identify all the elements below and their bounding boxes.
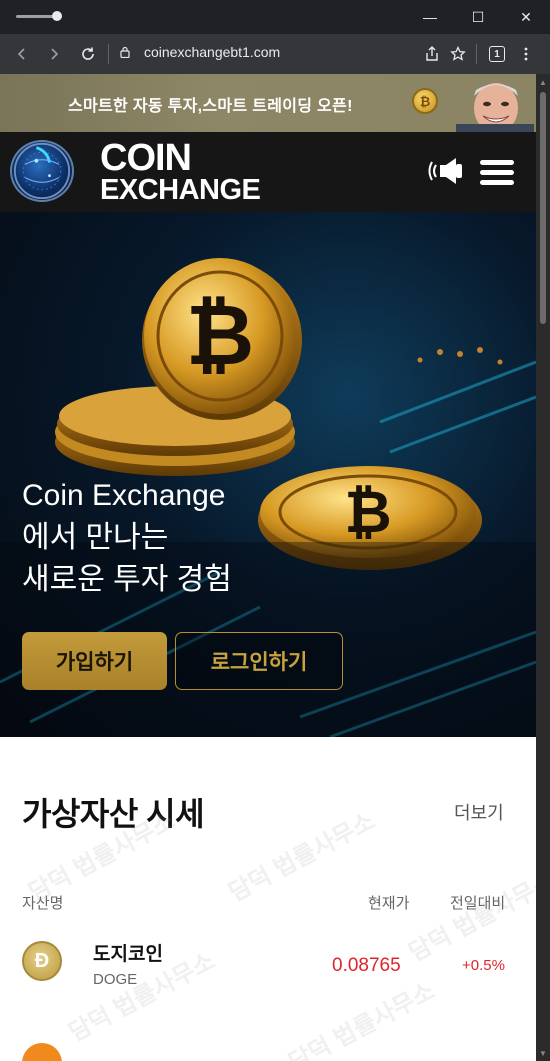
- site-header: COIN EXCHANGE: [0, 132, 536, 212]
- scroll-up-icon[interactable]: ▲: [539, 78, 547, 87]
- more-link[interactable]: 더보기: [454, 799, 504, 825]
- doge-icon: Ð: [22, 941, 62, 981]
- back-icon[interactable]: [8, 40, 36, 68]
- menu-icon[interactable]: [480, 160, 514, 186]
- column-header-asset: 자산명: [22, 895, 64, 912]
- tab-count-button[interactable]: 1: [489, 46, 505, 62]
- lock-icon[interactable]: [120, 46, 130, 58]
- svg-text:₿: ₿: [344, 478, 391, 546]
- browser-toolbar: coinexchangebt1.com 1: [0, 34, 550, 74]
- bookmark-star-icon[interactable]: [444, 40, 472, 68]
- hero-line-1: Coin Exchange: [22, 479, 226, 512]
- watermark: 담덕 법률사무소: [224, 807, 380, 907]
- coin-symbol: DOGE: [93, 971, 138, 988]
- promo-text: 스마트한 자동 투자,스마트 트레이딩 오픈!: [68, 98, 353, 115]
- bitcoin-coin-icon: ₿: [412, 88, 438, 114]
- section-title: 가상자산 시세: [22, 796, 205, 832]
- promo-person-image: [456, 78, 534, 132]
- hero-section: ₿ ₿ Coin Exchange 에서 만나는 새로운 투자 경험 가입하기 …: [0, 212, 536, 737]
- promo-banner[interactable]: 스마트한 자동 투자,스마트 트레이딩 오픈! ₿: [0, 74, 536, 132]
- svg-text:₿: ₿: [186, 286, 254, 384]
- price-section: 가상자산 시세 더보기 자산명 현재가 전일대비 Ð 도지코인 DOGE 0.0…: [0, 737, 536, 1061]
- reload-icon[interactable]: [74, 40, 102, 68]
- address-bar[interactable]: coinexchangebt1.com: [144, 44, 280, 60]
- coin-name: 도지코인: [93, 944, 163, 965]
- toolbar-divider: [476, 44, 477, 64]
- login-button[interactable]: 로그인하기: [175, 632, 343, 690]
- hero-headline: Coin Exchange 에서 만나는 새로운 투자 경험: [22, 475, 232, 601]
- browser-window: — ☐ ✕ coinexchangebt1.com 1 스마트한 자동 투자,스…: [0, 0, 550, 1061]
- coin-change: +0.5%: [462, 957, 505, 974]
- speaker-icon[interactable]: [428, 156, 468, 186]
- coin-globe-logo-icon[interactable]: [10, 140, 74, 202]
- page-scrollbar[interactable]: ▲ ▼: [536, 74, 550, 1061]
- scroll-thumb[interactable]: [540, 92, 546, 324]
- title-bar: — ☐ ✕: [0, 0, 550, 34]
- page-viewport: 스마트한 자동 투자,스마트 트레이딩 오픈! ₿ COIN EXCHANGE …: [0, 74, 536, 1061]
- hero-line-3: 새로운 투자 경험: [22, 563, 232, 596]
- toolbar-divider: [108, 44, 109, 64]
- close-button[interactable]: ✕: [506, 4, 546, 30]
- logo-title[interactable]: COIN: [100, 138, 192, 178]
- join-button[interactable]: 가입하기: [22, 632, 167, 690]
- minimize-button[interactable]: —: [410, 4, 450, 30]
- table-row[interactable]: Ð 도지코인 DOGE 0.08765 +0.5%: [0, 933, 536, 999]
- next-coin-icon: [22, 1043, 62, 1061]
- more-options-icon[interactable]: [512, 40, 540, 68]
- tab-strip-knob[interactable]: [52, 11, 62, 21]
- share-icon[interactable]: [418, 40, 446, 68]
- maximize-button[interactable]: ☐: [458, 4, 498, 30]
- logo-subtitle[interactable]: EXCHANGE: [100, 174, 261, 206]
- hero-line-2: 에서 만나는: [22, 521, 169, 554]
- column-header-price: 현재가: [368, 895, 410, 912]
- forward-icon[interactable]: [40, 40, 68, 68]
- column-header-change: 전일대비: [450, 895, 506, 912]
- scroll-down-icon[interactable]: ▼: [539, 1049, 547, 1058]
- coin-price: 0.08765: [332, 955, 401, 976]
